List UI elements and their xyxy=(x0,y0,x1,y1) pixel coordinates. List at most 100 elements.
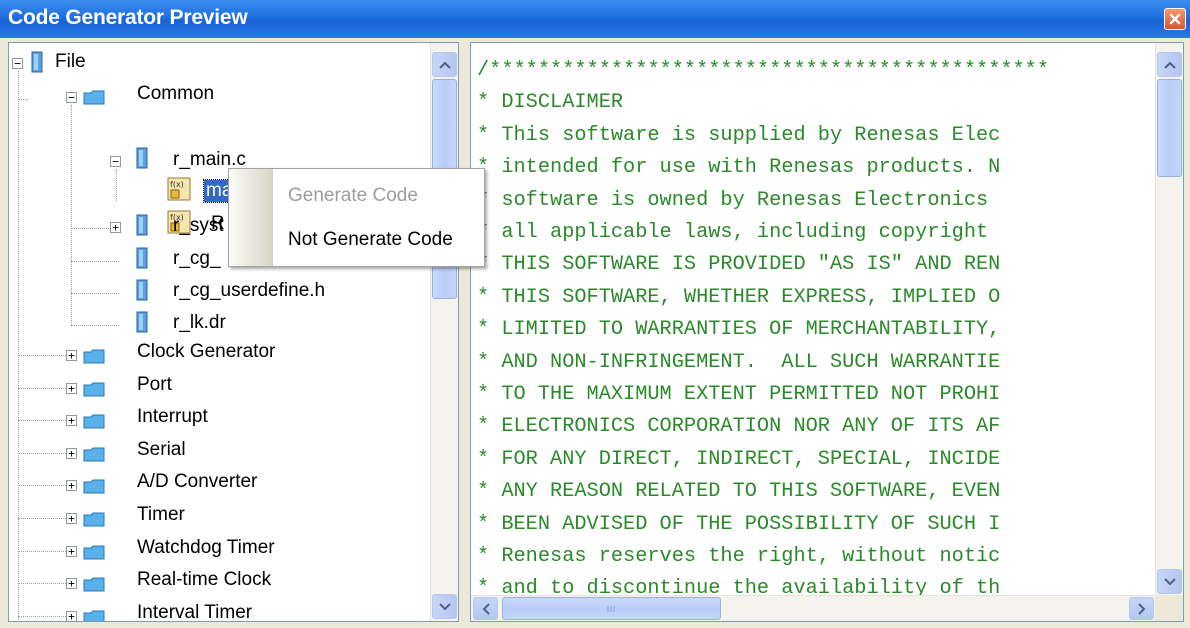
collapse-toggle[interactable]: − xyxy=(12,58,23,69)
collapse-toggle[interactable]: − xyxy=(66,92,77,103)
tree-connector xyxy=(71,293,119,294)
code-line: * LIMITED TO WARRANTIES OF MERCHANTABILI… xyxy=(477,318,1001,342)
tree-connector xyxy=(18,452,66,454)
file-icon xyxy=(136,279,148,301)
chevron-down-icon xyxy=(438,602,451,610)
folder-icon xyxy=(83,479,105,494)
tree-connector xyxy=(18,615,66,617)
tree-item-common[interactable]: Common xyxy=(137,83,214,105)
tree-vertical-scrollbar[interactable] xyxy=(430,43,458,621)
tree-connector xyxy=(18,583,66,585)
tree-connector xyxy=(18,355,66,356)
tree-connector xyxy=(18,420,66,422)
context-menu: Generate Code Not Generate Code xyxy=(228,168,485,267)
scroll-up-button[interactable] xyxy=(1157,52,1182,77)
scroll-left-button[interactable] xyxy=(473,597,498,620)
code-line: * TO THE MAXIMUM EXTENT PERMITTED NOT PR… xyxy=(477,383,1001,406)
code-line: * DISCLAIMER xyxy=(477,91,624,115)
code-line: * FOR ANY DIRECT, INDIRECT, SPECIAL, INC… xyxy=(477,447,1001,471)
tree-item-file[interactable]: File xyxy=(55,51,86,73)
chevron-left-icon xyxy=(482,602,490,615)
code-line: * all applicable laws, including copyrig… xyxy=(477,221,989,244)
tree-item-ad-converter[interactable]: A/D Converter xyxy=(137,471,257,493)
code-line: * THIS SOFTWARE IS PROVIDED "AS IS" AND … xyxy=(477,253,1001,277)
close-icon xyxy=(1169,13,1181,25)
file-icon xyxy=(136,214,148,236)
tree-item-interrupt[interactable]: Interrupt xyxy=(137,406,208,428)
expand-toggle[interactable]: + xyxy=(66,415,77,427)
expand-toggle[interactable]: + xyxy=(66,545,77,557)
file-icon xyxy=(31,51,43,73)
chevron-up-icon xyxy=(438,61,451,69)
expand-toggle[interactable]: + xyxy=(66,578,77,590)
tree-item-r-syst[interactable]: r_syst xyxy=(173,215,224,237)
tree-connector xyxy=(18,518,66,519)
code-line: * This software is supplied by Renesas E… xyxy=(477,123,1001,147)
tree-connector xyxy=(71,325,119,326)
tree-connector xyxy=(18,550,66,552)
code-line: * THIS SOFTWARE, WHETHER EXPRESS, IMPLIE… xyxy=(477,285,1001,309)
folder-icon xyxy=(83,577,105,592)
function-icon: f(x) xyxy=(167,177,191,201)
folder-icon xyxy=(83,545,105,560)
scroll-right-button[interactable] xyxy=(1129,597,1154,620)
scroll-down-button[interactable] xyxy=(432,594,457,619)
expand-toggle[interactable]: + xyxy=(66,350,77,361)
menu-item-generate-code: Generate Code xyxy=(288,185,418,206)
code-line: * software is owned by Renesas Electroni… xyxy=(477,188,989,212)
folder-icon xyxy=(83,512,105,527)
expand-toggle[interactable]: + xyxy=(66,447,77,459)
chevron-up-icon xyxy=(1163,61,1176,69)
folder-icon xyxy=(83,349,105,364)
tree-item-watchdog-timer[interactable]: Watchdog Timer xyxy=(137,537,275,559)
tree-connector xyxy=(116,169,117,201)
code-line: * ANY REASON RELATED TO THIS SOFTWARE, E… xyxy=(477,480,1001,504)
tree-connector xyxy=(71,261,119,262)
collapse-toggle[interactable]: − xyxy=(110,156,121,167)
tree-item-interval-timer[interactable]: Interval Timer xyxy=(137,602,252,621)
scroll-thumb[interactable] xyxy=(502,597,721,620)
scroll-up-button[interactable] xyxy=(432,52,457,77)
tree-item-clock-generator[interactable]: Clock Generator xyxy=(137,341,275,363)
code-vertical-scrollbar[interactable] xyxy=(1155,43,1183,596)
tree-item-real-time-clock[interactable]: Real-time Clock xyxy=(137,569,271,591)
expand-toggle[interactable]: + xyxy=(66,610,77,621)
tree-item-serial[interactable]: Serial xyxy=(137,439,186,461)
code-preview[interactable]: /***************************************… xyxy=(470,42,1184,622)
tree-connector xyxy=(18,387,66,389)
code-line: * intended for use with Renesas products… xyxy=(477,156,1001,180)
tree-connector xyxy=(18,99,28,100)
folder-icon xyxy=(83,414,105,429)
menu-item-not-generate-code[interactable]: Not Generate Code xyxy=(288,229,453,251)
tree-item-r-cg-userdefine-h[interactable]: r_cg_userdefine.h xyxy=(173,280,325,302)
expand-toggle[interactable]: + xyxy=(66,382,77,394)
code-line: * ELECTRONICS CORPORATION NOR ANY OF ITS… xyxy=(477,415,1001,439)
file-tree[interactable]: − File − Common − r_main.c f(x) main f(x… xyxy=(8,42,459,622)
folder-icon xyxy=(83,447,105,462)
scroll-thumb[interactable] xyxy=(1157,79,1182,177)
tree-item-r-cg[interactable]: r_cg_ xyxy=(173,248,221,270)
grip-icon xyxy=(607,605,614,612)
expand-toggle[interactable]: + xyxy=(66,480,77,492)
tree-item-r-lk-dr[interactable]: r_lk.dr xyxy=(173,312,226,334)
chevron-right-icon xyxy=(1137,602,1145,615)
code-horizontal-scrollbar[interactable] xyxy=(471,595,1156,621)
expand-toggle[interactable]: + xyxy=(66,513,77,524)
chevron-down-icon xyxy=(1163,577,1176,585)
tree-connector xyxy=(18,485,66,487)
file-icon xyxy=(136,147,148,169)
title-bar: Code Generator Preview xyxy=(0,0,1190,38)
file-icon xyxy=(136,311,148,333)
close-button[interactable] xyxy=(1164,8,1186,30)
code-line: * Renesas reserves the right, without no… xyxy=(477,545,1001,568)
svg-text:f(x): f(x) xyxy=(170,180,184,189)
tree-connector xyxy=(18,71,19,621)
scrollbar-corner xyxy=(1155,595,1183,621)
tree-item-port[interactable]: Port xyxy=(137,374,172,396)
expand-toggle[interactable]: + xyxy=(110,222,121,233)
tree-item-timer[interactable]: Timer xyxy=(137,504,185,526)
code-line: * AND NON-INFRINGEMENT. ALL SUCH WARRANT… xyxy=(477,350,1001,374)
scroll-down-button[interactable] xyxy=(1157,569,1182,594)
context-menu-gutter xyxy=(229,169,273,266)
window-title: Code Generator Preview xyxy=(8,6,248,29)
